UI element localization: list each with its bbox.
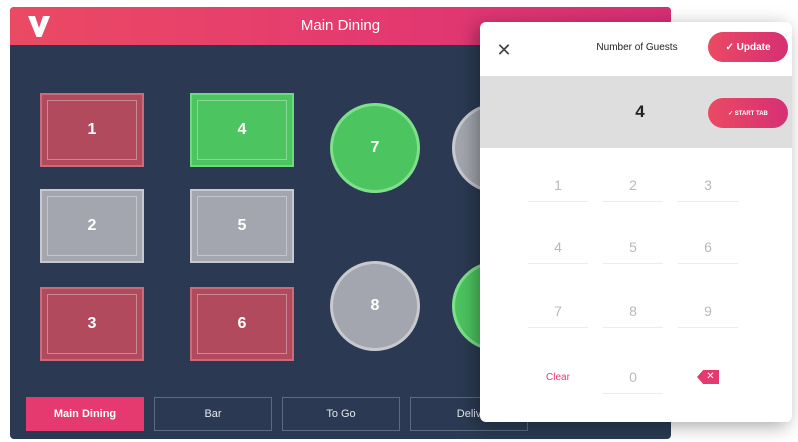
table-2[interactable]: 2 bbox=[40, 189, 144, 263]
keypad-backspace-button[interactable]: ✕ bbox=[678, 360, 738, 394]
tab-bar[interactable]: Bar bbox=[154, 397, 272, 431]
table-label: 7 bbox=[370, 139, 380, 156]
table-label: 8 bbox=[370, 297, 380, 314]
table-6[interactable]: 6 bbox=[190, 287, 294, 361]
tab-to-go[interactable]: To Go bbox=[282, 397, 400, 431]
keypad-key-1[interactable]: 1 bbox=[528, 168, 588, 202]
table-label: 3 bbox=[87, 315, 97, 332]
table-label: 2 bbox=[87, 217, 97, 234]
keypad-key-6[interactable]: 6 bbox=[678, 230, 738, 264]
keypad-key-4[interactable]: 4 bbox=[528, 230, 588, 264]
tab-main-dining[interactable]: Main Dining bbox=[26, 397, 144, 431]
panel-title: Number of Guests bbox=[596, 42, 678, 53]
table-label: 5 bbox=[237, 217, 247, 234]
keypad-key-5[interactable]: 5 bbox=[603, 230, 663, 264]
keypad-key-7[interactable]: 7 bbox=[528, 294, 588, 328]
keypad-key-0[interactable]: 0 bbox=[603, 360, 663, 394]
keypad-key-3[interactable]: 3 bbox=[678, 168, 738, 202]
guest-count-display: 4 ✓ START TAB bbox=[480, 76, 792, 148]
start-tab-button[interactable]: ✓ START TAB bbox=[708, 98, 788, 128]
table-8[interactable]: 8 bbox=[330, 261, 420, 351]
keypad-clear-button[interactable]: Clear bbox=[528, 360, 588, 394]
table-5[interactable]: 5 bbox=[190, 189, 294, 263]
table-label: 1 bbox=[87, 121, 97, 138]
table-7[interactable]: 7 bbox=[330, 103, 420, 193]
guest-count-panel: ✕ Number of Guests ✓ Update 4 ✓ START TA… bbox=[480, 22, 792, 422]
update-button[interactable]: ✓ Update bbox=[708, 32, 788, 62]
table-1[interactable]: 1 bbox=[40, 93, 144, 167]
backspace-icon: ✕ bbox=[697, 370, 719, 384]
table-3[interactable]: 3 bbox=[40, 287, 144, 361]
guest-count-value: 4 bbox=[635, 102, 645, 121]
keypad-key-8[interactable]: 8 bbox=[603, 294, 663, 328]
close-icon[interactable]: ✕ bbox=[494, 40, 514, 60]
table-4[interactable]: 4 bbox=[190, 93, 294, 167]
screen: Main Dining 1 2 3 4 5 6 7 8 Main Dining … bbox=[0, 0, 798, 442]
table-label: 4 bbox=[237, 121, 247, 138]
keypad-key-9[interactable]: 9 bbox=[678, 294, 738, 328]
keypad-key-2[interactable]: 2 bbox=[603, 168, 663, 202]
table-label: 6 bbox=[237, 315, 247, 332]
